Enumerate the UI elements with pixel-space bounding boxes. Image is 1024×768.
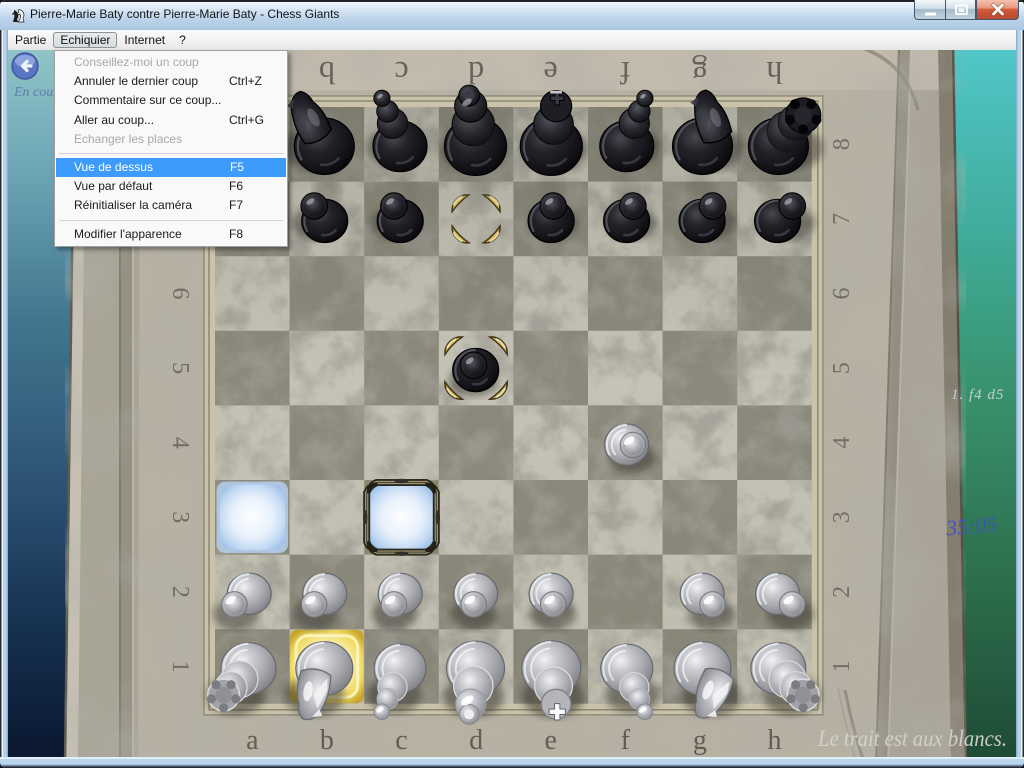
svg-text:3: 3 xyxy=(829,511,855,523)
svg-text:6: 6 xyxy=(829,288,855,300)
svg-text:2: 2 xyxy=(829,586,855,598)
svg-text:35:05: 35:05 xyxy=(944,511,998,540)
svg-text:e: e xyxy=(544,725,556,756)
svg-text:c: c xyxy=(395,725,407,756)
svg-text:g: g xyxy=(693,725,707,756)
svg-text:f: f xyxy=(621,725,631,756)
svg-text:4: 4 xyxy=(167,437,193,449)
svg-text:d: d xyxy=(469,725,483,756)
svg-text:b: b xyxy=(319,55,335,91)
svg-text:h: h xyxy=(767,55,783,91)
svg-text:1. f4 d5: 1. f4 d5 xyxy=(951,387,1004,403)
svg-text:Le trait est aux blancs.: Le trait est aux blancs. xyxy=(817,726,1007,751)
svg-text:6: 6 xyxy=(167,288,193,300)
svg-text:g: g xyxy=(692,55,708,91)
svg-text:c: c xyxy=(394,55,408,91)
svg-text:1: 1 xyxy=(829,661,855,673)
svg-text:a: a xyxy=(246,725,259,756)
svg-text:1: 1 xyxy=(167,661,193,673)
svg-text:f: f xyxy=(620,55,631,91)
svg-text:2: 2 xyxy=(167,586,193,598)
svg-text:e: e xyxy=(544,55,558,91)
svg-text:h: h xyxy=(768,725,782,756)
svg-text:4: 4 xyxy=(829,437,855,449)
svg-text:7: 7 xyxy=(829,213,855,225)
svg-text:5: 5 xyxy=(829,362,855,374)
svg-text:b: b xyxy=(320,725,334,756)
svg-text:5: 5 xyxy=(167,362,193,374)
svg-text:3: 3 xyxy=(167,511,193,523)
svg-text:8: 8 xyxy=(829,138,855,150)
